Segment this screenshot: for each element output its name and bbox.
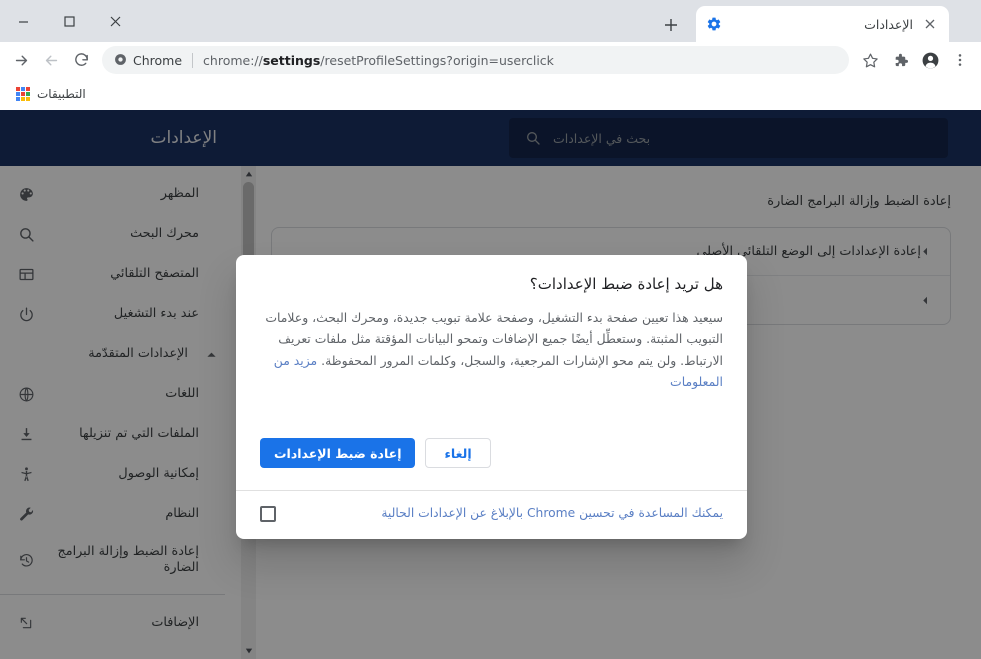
apps-grid-cell bbox=[21, 87, 25, 91]
three-dot-menu-icon[interactable] bbox=[945, 45, 975, 75]
url-host: settings bbox=[262, 52, 321, 68]
cancel-button[interactable]: إلغاء bbox=[425, 438, 491, 469]
minimize-window-button[interactable] bbox=[0, 0, 46, 42]
new-tab-button[interactable] bbox=[657, 11, 685, 39]
site-badge-label: Chrome bbox=[133, 52, 183, 68]
apps-grid-cell bbox=[21, 97, 25, 101]
tab-strip: الإعدادات bbox=[0, 0, 981, 42]
apps-grid-cell bbox=[21, 92, 25, 96]
dialog-body: هل تريد إعادة ضبط الإعدادات؟ سيعيد هذا ت… bbox=[236, 255, 747, 412]
dialog-description: سيعيد هذا تعيين صفحة بدء التشغيل، وصفحة … bbox=[260, 307, 723, 392]
tab-title: الإعدادات bbox=[864, 16, 913, 32]
gear-icon bbox=[706, 16, 722, 32]
chrome-shield-icon bbox=[114, 51, 127, 70]
reset-settings-dialog: هل تريد إعادة ضبط الإعدادات؟ سيعيد هذا ت… bbox=[236, 255, 747, 539]
dialog-description-text: سيعيد هذا تعيين صفحة بدء التشغيل، وصفحة … bbox=[265, 310, 723, 368]
apps-grid-cell bbox=[16, 87, 20, 91]
apps-grid-cell bbox=[26, 87, 30, 91]
address-bar[interactable]: Chrome chrome://settings/resetProfileSet… bbox=[102, 46, 849, 74]
maximize-window-button[interactable] bbox=[46, 0, 92, 42]
profile-avatar-icon[interactable] bbox=[915, 45, 945, 75]
apps-grid-cell bbox=[26, 92, 30, 96]
star-icon[interactable] bbox=[855, 45, 885, 75]
window-controls bbox=[0, 0, 138, 42]
browser-window: الإعدادات Chrome chrome://settings/reset… bbox=[0, 0, 981, 659]
reset-settings-button[interactable]: إعادة ضبط الإعدادات bbox=[260, 438, 416, 469]
bookmark-item-apps[interactable]: التطبيقات bbox=[10, 84, 92, 104]
apps-grid-cell bbox=[26, 97, 30, 101]
dialog-footer: يمكنك المساعدة في تحسين Chrome بالإبلاغ … bbox=[236, 490, 747, 538]
apps-grid-icon bbox=[16, 87, 30, 101]
url-prefix: chrome:// bbox=[203, 52, 263, 68]
browser-tab[interactable]: الإعدادات bbox=[696, 6, 949, 42]
omnibox-separator bbox=[192, 52, 194, 68]
puzzle-icon[interactable] bbox=[885, 45, 915, 75]
report-settings-checkbox[interactable] bbox=[260, 505, 276, 522]
site-badge: Chrome bbox=[114, 51, 182, 70]
url-path: /resetProfileSettings?origin=userclick bbox=[320, 52, 554, 68]
report-settings-label[interactable]: يمكنك المساعدة في تحسين Chrome بالإبلاغ … bbox=[290, 505, 723, 522]
browser-toolbar: Chrome chrome://settings/resetProfileSet… bbox=[0, 42, 981, 78]
dialog-actions: إعادة ضبط الإعدادات إلغاء bbox=[236, 412, 747, 490]
apps-grid-cell bbox=[16, 92, 20, 96]
apps-grid-cell bbox=[16, 97, 20, 101]
bookmark-label: التطبيقات bbox=[37, 87, 86, 101]
close-tab-button[interactable] bbox=[921, 15, 939, 33]
back-arrow-icon[interactable] bbox=[36, 45, 66, 75]
address-bar-url: chrome://settings/resetProfileSettings?o… bbox=[203, 53, 554, 68]
dialog-title: هل تريد إعادة ضبط الإعدادات؟ bbox=[529, 275, 723, 293]
forward-arrow-icon[interactable] bbox=[6, 45, 36, 75]
reload-icon[interactable] bbox=[66, 45, 96, 75]
bookmarks-bar: التطبيقات bbox=[0, 78, 981, 110]
close-window-button[interactable] bbox=[92, 0, 138, 42]
